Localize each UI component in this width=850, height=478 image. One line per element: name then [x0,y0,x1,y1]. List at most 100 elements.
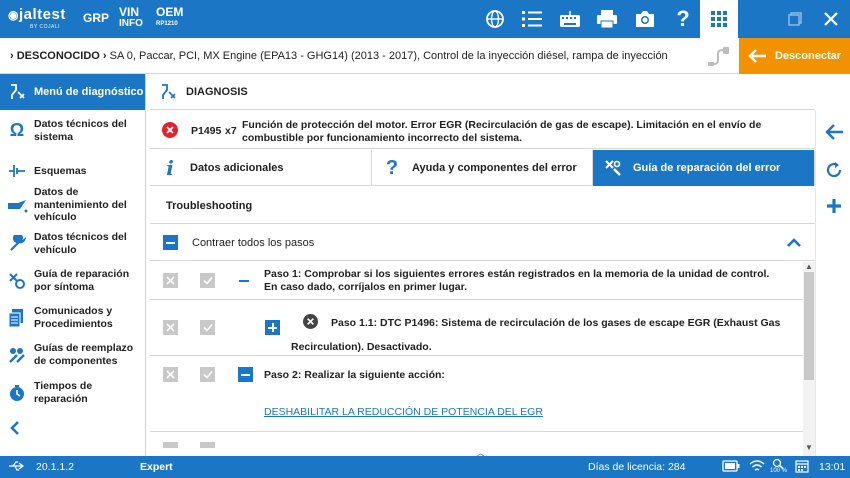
info-icon: i [166,156,174,180]
step-done-checkbox[interactable] [200,367,215,382]
expand-step-button[interactable] [265,320,280,335]
tab-bar: i Datos adicionales ? Ayuda y componente… [150,150,815,186]
step-text: Paso 1: Comprobar si los siguientes erro… [264,268,770,293]
wrench-icon [0,234,34,253]
sidebar-item-repair-times[interactable]: Tiempos de reparación [0,380,146,405]
sidebar-back-button[interactable] [8,420,22,439]
error-icon [162,122,178,141]
grid-icon [711,11,727,27]
error-count: x7 [225,125,237,137]
help-icon: ? [385,156,399,179]
keyboard-icon[interactable] [557,6,583,32]
disconnect-button[interactable]: Desconectar [739,38,850,74]
step-done-checkbox[interactable] [200,273,215,288]
step-dismiss-checkbox[interactable] [163,273,178,288]
jaltest-logo: ◉jaltest [8,6,66,23]
oem-button[interactable]: OEM RP1210 [156,6,183,30]
steps-list: Paso 1: Comprobar si los siguientes erro… [150,262,803,456]
sidebar-item-vehicle-tech-data[interactable]: Datos técnicos del vehículo [0,231,146,256]
sidebar-item-symptom-repair-guide[interactable]: Guía de reparación por síntoma [0,268,146,293]
page-header: DIAGNOSIS [150,74,815,110]
collapse-all-button[interactable] [163,235,178,250]
right-action-rail [815,110,850,456]
breadcrumb: › DESCONOCIDO › SA 0, Paccar, PCI, MX En… [10,50,668,62]
grp-button[interactable]: GRP [83,12,109,24]
step-dismiss-checkbox[interactable] [163,320,178,335]
wifi-icon [749,459,765,476]
repair-tools-icon [593,159,633,177]
clock-icon [0,384,34,402]
tools-icon [0,346,34,364]
oil-can-icon [0,197,34,213]
restore-icon[interactable] [782,6,808,32]
step-text-continued: Recirculation). Desactivado. [291,341,432,353]
collapse-step-button[interactable] [238,367,253,382]
step-row-1: Paso 1: Comprobar si los siguientes erro… [150,262,803,300]
vin-info-button[interactable]: VIN INFO [119,6,143,30]
schematic-icon [0,162,34,180]
scroll-up-icon[interactable]: ▲ [805,262,813,271]
zoom-level: 100 % [770,468,788,474]
page-title: DIAGNOSIS [186,85,248,98]
sidebar-header[interactable]: Menú de diagnóstico [0,74,145,110]
back-arrow-icon[interactable] [822,120,846,144]
refresh-icon[interactable] [822,158,846,182]
step-text: Paso 1.1: DTC P1496: Sistema de recircul… [331,317,781,329]
sidebar-item-component-replacement[interactable]: Guías de reemplazo de componentes [0,342,146,367]
breadcrumb-bar: › DESCONOCIDO › SA 0, Paccar, PCI, MX En… [0,38,850,74]
step-done-checkbox[interactable] [200,442,215,448]
help-icon[interactable]: ? [670,6,696,32]
camera-icon[interactable] [632,6,658,32]
diagnosis-tool-icon [0,83,34,101]
sidebar-item-system-tech-data[interactable]: Ω Datos técnicos del sistema [0,118,146,143]
logo-subtitle: BY COJALI [30,24,60,30]
repair-guide-icon [0,272,34,290]
tab-additional-data[interactable]: i Datos adicionales [150,150,372,186]
diagnosis-icon [150,83,186,101]
arrow-left-icon [739,48,775,64]
connection-plug-icon [706,46,730,68]
error-code: P1495 [191,125,222,137]
omega-icon: Ω [9,120,25,140]
mode-label: Expert [140,461,173,473]
section-header: Troubleshooting [150,187,815,224]
steps-scrollbar[interactable]: ▲ ▼ [803,262,815,456]
license-days-label: Días de licencia: 284 [588,461,686,473]
add-icon[interactable] [822,194,846,218]
printer-icon[interactable] [594,6,620,32]
globe-icon[interactable] [482,6,508,32]
error-description: Función de protección del motor. Error E… [242,119,762,144]
tab-help-components[interactable]: ? Ayuda y componentes del error [372,150,593,186]
calendar-icon [795,459,809,476]
sidebar: Menú de diagnóstico Ω Datos técnicos del… [0,74,146,456]
step-row-2: Paso 2: Realizar la siguiente acción: DE… [150,356,803,432]
error-icon [303,314,318,332]
version-label: 20.1.1.2 [36,461,74,473]
chevron-up-icon[interactable] [786,235,802,252]
step-dismiss-checkbox[interactable] [163,442,178,448]
grid-menu-button[interactable] [700,0,738,38]
sidebar-item-bulletins-procedures[interactable]: Comunicados y Procedimientos [0,305,146,330]
tab-repair-guide[interactable]: Guía de reparación del error [593,150,815,186]
step-text: Paso 2: Realizar la siguiente acción: [264,369,445,381]
scrollbar-thumb[interactable] [804,272,814,380]
step-dismiss-checkbox[interactable] [163,367,178,382]
collapse-step-button[interactable] [239,280,249,282]
documents-icon [0,308,34,328]
disconnect-label: Desconectar [775,50,842,62]
list-icon[interactable] [519,6,545,32]
disable-egr-derate-link[interactable]: DESHABILITAR LA REDUCCIÓN DE POTENCIA DE… [264,406,543,418]
battery-icon [722,460,740,475]
sidebar-item-maintenance-data[interactable]: Datos de mantenimiento del vehículo [0,186,146,224]
usb-icon [8,460,24,475]
error-row: P1495 x7 Función de protección del motor… [150,111,815,149]
step-row-1-1: Paso 1.1: DTC P1496: Sistema de recircul… [150,300,803,356]
chevron-left-icon [10,421,19,435]
sidebar-item-schematics[interactable]: Esquemas [0,162,146,180]
top-bar: ◉jaltest BY COJALI GRP VIN INFO OEM RP1210… [0,0,850,38]
step-done-checkbox[interactable] [200,320,215,335]
scroll-down-icon[interactable]: ▼ [805,443,813,452]
clock-time: 13:01 [819,461,846,473]
close-icon[interactable] [818,6,844,32]
collapse-all-row[interactable]: Contraer todos los pasos [150,225,815,261]
